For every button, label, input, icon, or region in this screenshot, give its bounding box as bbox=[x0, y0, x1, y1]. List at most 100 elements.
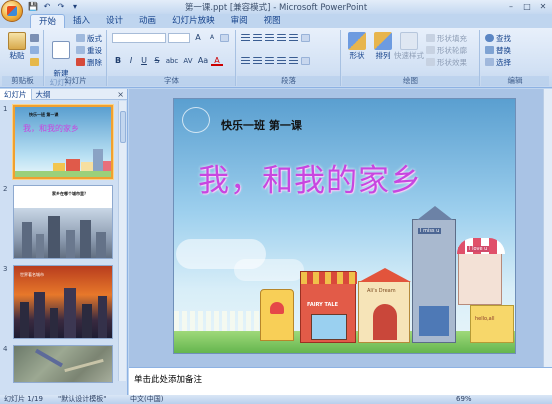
hello-house-image: hello,all bbox=[470, 305, 514, 343]
select-button[interactable]: 选择 bbox=[485, 57, 511, 67]
italic-button[interactable]: I bbox=[125, 56, 137, 66]
columns-icon[interactable] bbox=[301, 57, 310, 65]
close-button[interactable]: ✕ bbox=[536, 1, 550, 12]
paragraph-group-label: 段落 bbox=[237, 76, 340, 86]
close-pane-icon[interactable]: × bbox=[117, 89, 124, 100]
fairy-tale-house-image: FAIRY TALE bbox=[300, 271, 357, 343]
language-status[interactable]: 中文(中国) bbox=[130, 395, 163, 404]
distribute-icon[interactable] bbox=[289, 57, 298, 65]
sign-i-miss-u: I miss u bbox=[418, 228, 442, 234]
thumb-number: 4 bbox=[3, 345, 8, 353]
layout-button[interactable]: 版式 bbox=[76, 33, 102, 43]
cut-button[interactable] bbox=[30, 33, 39, 43]
tab-slideshow[interactable]: 幻灯片放映 bbox=[164, 14, 223, 28]
arrange-icon bbox=[374, 32, 392, 50]
select-icon bbox=[485, 58, 494, 66]
slide-editing-area: 快乐一班 第一课 我，和我的家乡 FAIRY TALE Ali's Dream … bbox=[129, 89, 552, 367]
cloud-image bbox=[234, 259, 304, 281]
font-color-button[interactable]: A bbox=[211, 56, 223, 66]
thumb-city-image bbox=[14, 208, 112, 258]
tab-view[interactable]: 视图 bbox=[256, 14, 289, 28]
copy-button[interactable] bbox=[30, 45, 39, 55]
slide-thumbnail-1[interactable]: 快乐一班 第一课 我，和我的家乡 bbox=[13, 105, 113, 179]
arrange-button[interactable]: 排列 bbox=[370, 32, 396, 60]
tab-outline[interactable]: 大纲 bbox=[32, 89, 55, 100]
notes-placeholder[interactable]: 单击此处添加备注 bbox=[134, 373, 202, 385]
grow-font-button[interactable]: A bbox=[192, 33, 204, 43]
strikethrough-button[interactable]: S bbox=[151, 56, 163, 66]
paste-button[interactable]: 粘贴 bbox=[4, 32, 30, 60]
shape-fill-button[interactable]: 形状填充 bbox=[426, 33, 467, 43]
outline-icon bbox=[426, 46, 435, 54]
thumbnail-scrollbar[interactable] bbox=[118, 101, 126, 381]
office-button[interactable] bbox=[1, 0, 23, 22]
paste-icon bbox=[8, 32, 26, 50]
maximize-button[interactable]: □ bbox=[520, 1, 534, 12]
quick-styles-button[interactable]: 快速样式 bbox=[394, 32, 424, 60]
reset-button[interactable]: 重设 bbox=[76, 45, 102, 55]
slide-thumbnail-4[interactable] bbox=[13, 345, 113, 383]
zoom-level[interactable]: 69% bbox=[456, 395, 472, 404]
font-name-field[interactable] bbox=[112, 33, 166, 43]
char-spacing-button[interactable]: AV bbox=[181, 56, 195, 66]
slide-title[interactable]: 我，和我的家乡 bbox=[198, 155, 422, 200]
editing-group: 查找 替换 选择 编辑 bbox=[481, 30, 549, 86]
format-painter-button[interactable] bbox=[30, 57, 39, 67]
tab-design[interactable]: 设计 bbox=[98, 14, 131, 28]
line-spacing-icon[interactable] bbox=[289, 34, 298, 42]
yellow-house-image bbox=[260, 289, 294, 341]
shape-effects-button[interactable]: 形状效果 bbox=[426, 57, 467, 67]
align-right-icon[interactable] bbox=[265, 57, 274, 65]
underline-button[interactable]: U bbox=[138, 56, 150, 66]
sign-fairy-tale: FAIRY TALE bbox=[307, 302, 339, 308]
tab-slides[interactable]: 幻灯片 bbox=[0, 88, 32, 100]
slide-thumbnail-2[interactable]: 家乡在哪个城市里？ bbox=[13, 185, 113, 259]
effects-icon bbox=[426, 58, 435, 66]
slides-group: 新建 幻灯片 版式 重设 删除 幻灯片 bbox=[45, 30, 107, 87]
align-center-icon[interactable] bbox=[253, 57, 262, 65]
fence-image bbox=[174, 311, 264, 333]
minimize-button[interactable]: – bbox=[504, 1, 518, 12]
fill-icon bbox=[426, 34, 435, 42]
numbering-icon[interactable] bbox=[253, 34, 262, 42]
new-slide-icon bbox=[52, 41, 70, 59]
justify-icon[interactable] bbox=[277, 57, 286, 65]
bold-button[interactable]: B bbox=[112, 56, 124, 66]
font-size-field[interactable] bbox=[168, 33, 190, 43]
bullets-icon[interactable] bbox=[241, 34, 250, 42]
theme-status[interactable]: "默认设计模板" bbox=[58, 395, 106, 404]
thumb-heading: 世界著名城市 bbox=[20, 272, 44, 277]
thumb-heading: 家乡在哪个城市里？ bbox=[52, 191, 88, 196]
sign-i-love-u: I love u bbox=[467, 246, 490, 252]
replace-icon bbox=[485, 46, 494, 54]
slide-thumbnail-3[interactable]: 世界著名城市 bbox=[13, 265, 113, 339]
vertical-scrollbar[interactable] bbox=[543, 89, 552, 367]
slide-heading[interactable]: 快乐一班 第一课 bbox=[221, 117, 302, 133]
decrease-indent-icon[interactable] bbox=[265, 34, 274, 42]
find-button[interactable]: 查找 bbox=[485, 33, 511, 43]
font-group-label: 字体 bbox=[108, 76, 235, 86]
shape-outline-button[interactable]: 形状轮廓 bbox=[426, 45, 467, 55]
scroll-thumb[interactable] bbox=[120, 111, 126, 143]
current-slide[interactable]: 快乐一班 第一课 我，和我的家乡 FAIRY TALE Ali's Dream … bbox=[173, 98, 516, 354]
office-logo-icon bbox=[7, 6, 17, 16]
shrink-font-button[interactable]: A bbox=[206, 33, 218, 43]
tower-house-image: I miss u bbox=[412, 206, 456, 343]
clear-format-icon[interactable] bbox=[220, 34, 229, 42]
change-case-button[interactable]: Aa bbox=[196, 56, 210, 66]
shapes-button[interactable]: 形状 bbox=[344, 32, 370, 60]
delete-slide-button[interactable]: 删除 bbox=[76, 57, 102, 67]
notes-pane[interactable]: 单击此处添加备注 bbox=[129, 367, 552, 395]
tab-home[interactable]: 开始 bbox=[30, 14, 66, 28]
text-direction-icon[interactable] bbox=[301, 34, 310, 42]
tab-review[interactable]: 审阅 bbox=[223, 14, 256, 28]
increase-indent-icon[interactable] bbox=[277, 34, 286, 42]
tab-animation[interactable]: 动画 bbox=[131, 14, 164, 28]
drawing-group: 形状 排列 快速样式 形状填充 形状轮廓 形状效果 绘图 bbox=[342, 30, 480, 86]
pane-tabs: 幻灯片 大纲 × bbox=[0, 88, 127, 100]
shadow-button[interactable]: abc bbox=[164, 56, 180, 66]
tab-insert[interactable]: 插入 bbox=[65, 14, 98, 28]
find-icon bbox=[485, 34, 494, 42]
replace-button[interactable]: 替换 bbox=[485, 45, 511, 55]
align-left-icon[interactable] bbox=[241, 57, 250, 65]
